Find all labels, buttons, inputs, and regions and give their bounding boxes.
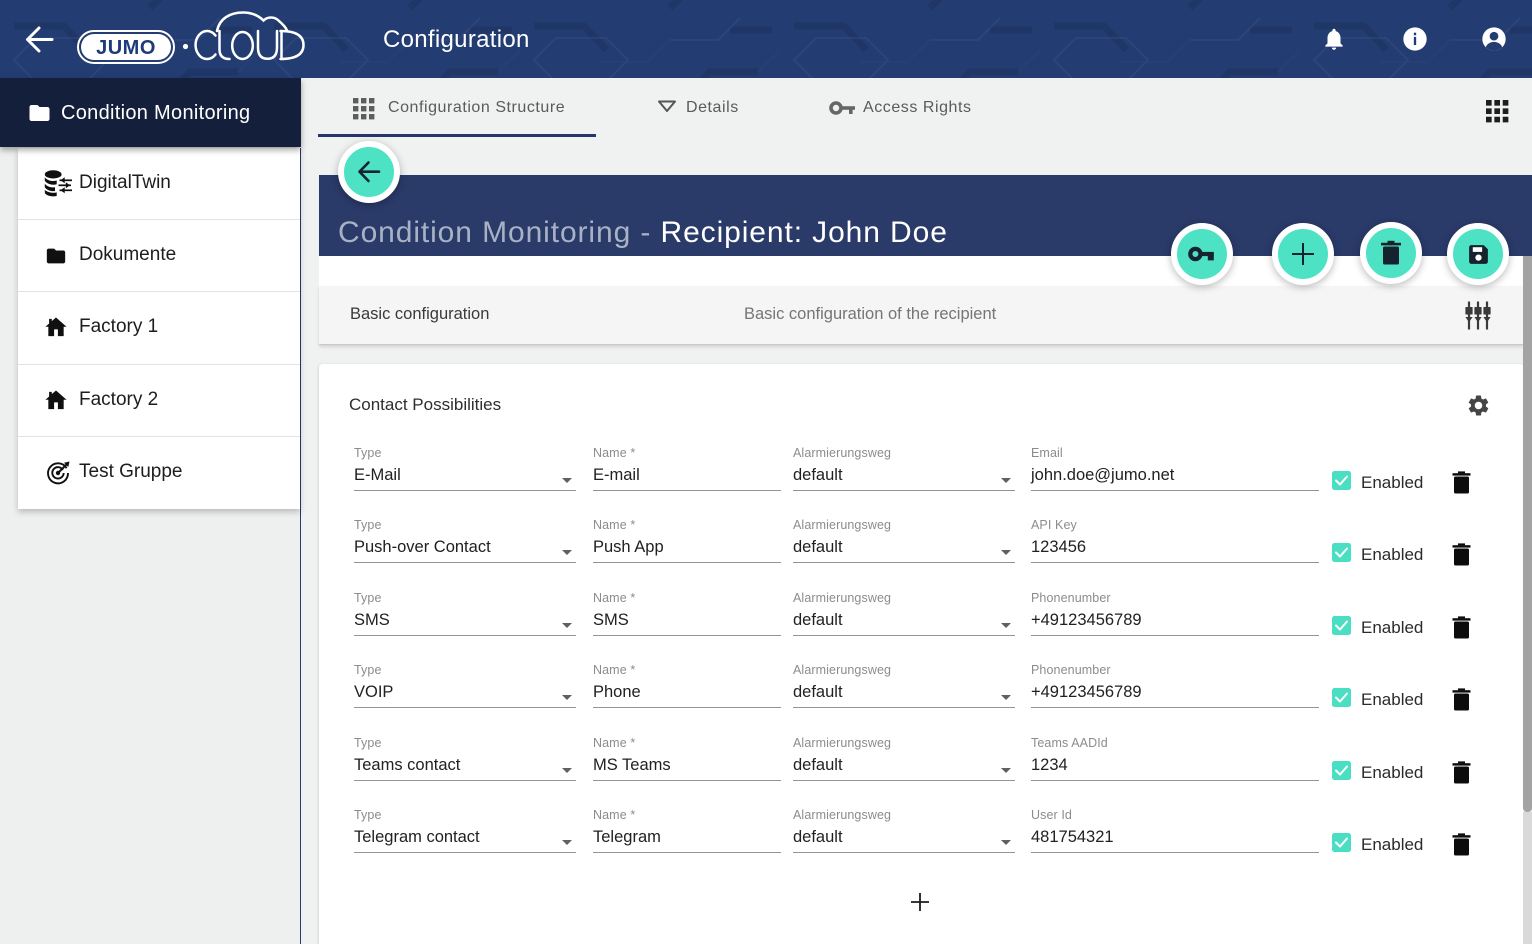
svg-text:JUMO: JUMO (96, 37, 156, 59)
